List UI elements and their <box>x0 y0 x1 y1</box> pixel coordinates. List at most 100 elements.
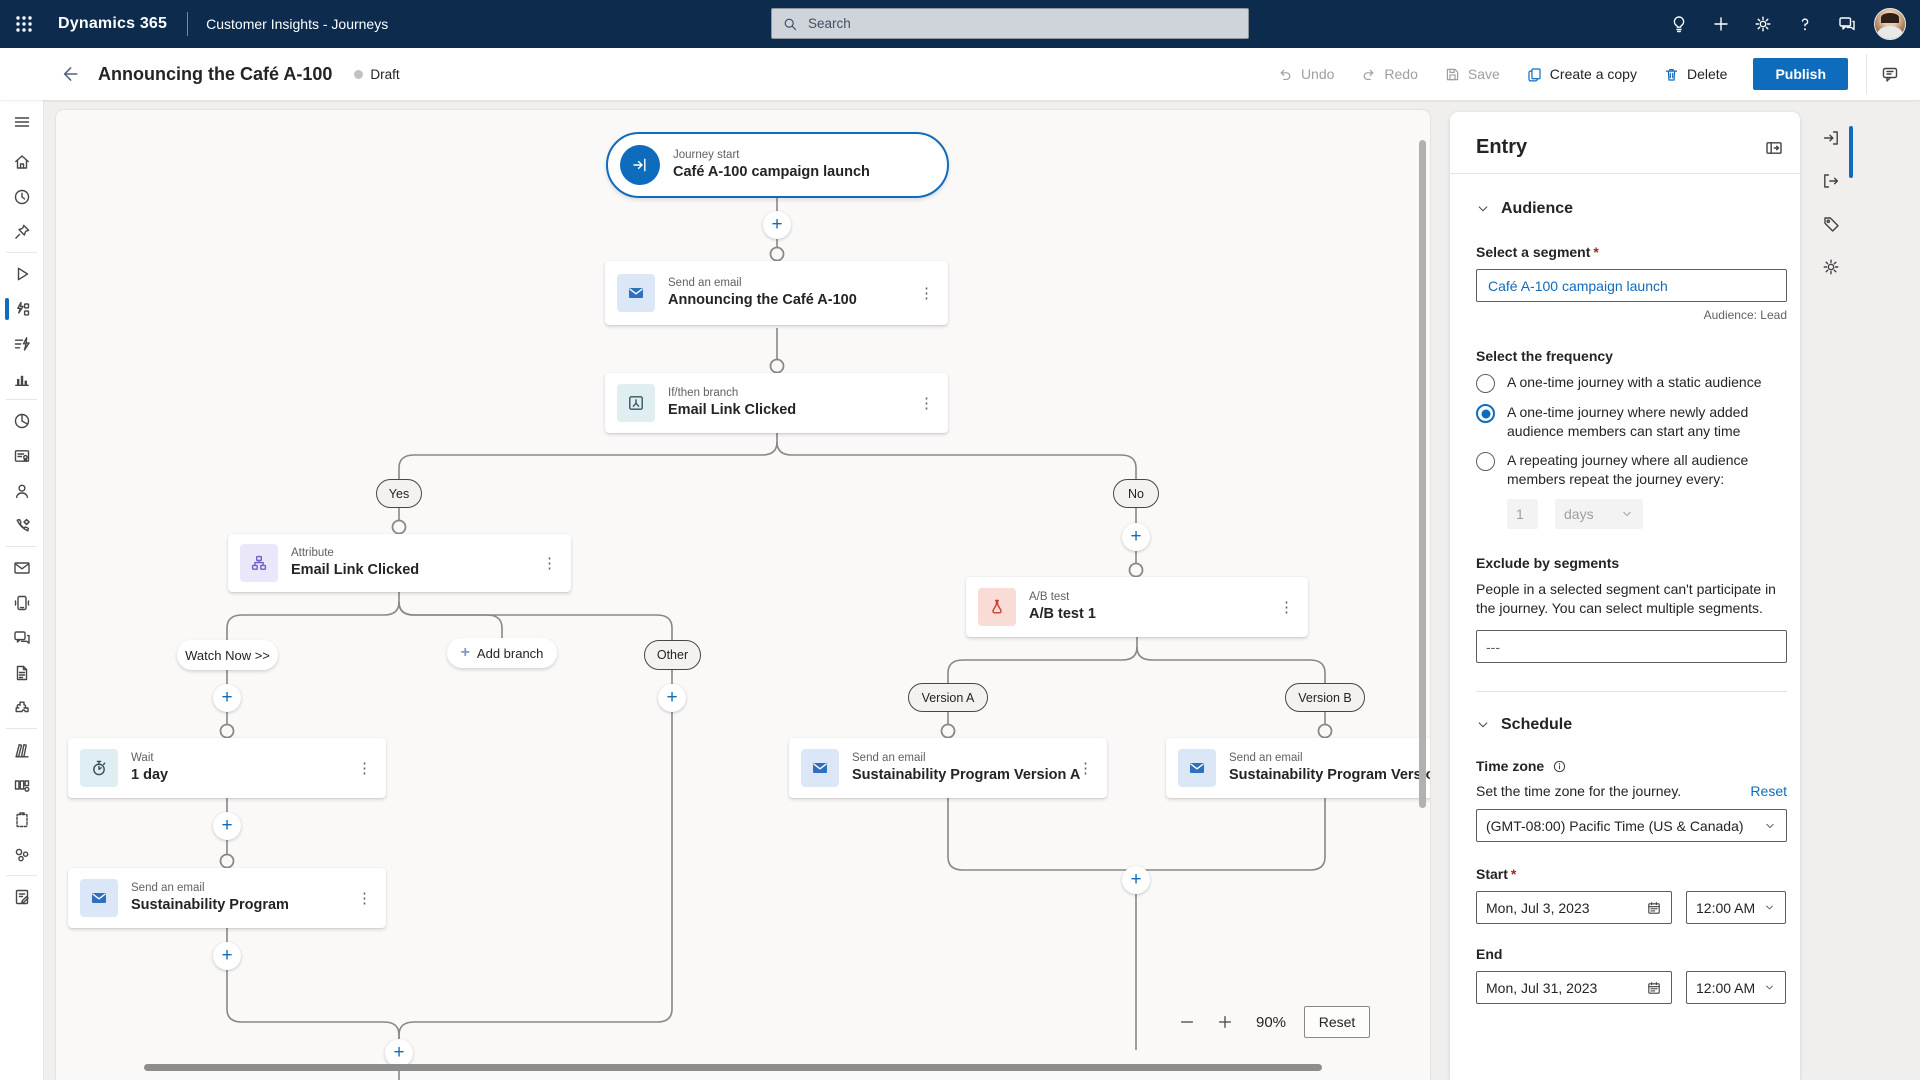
sidebar-item-library[interactable] <box>0 732 43 767</box>
lightbulb-icon[interactable] <box>1658 0 1700 48</box>
start-date-field[interactable]: Mon, Jul 3, 2023 <box>1476 891 1672 924</box>
repeat-interval-field[interactable]: 1 <box>1507 499 1538 529</box>
more-options-icon[interactable]: ⋮ <box>915 394 938 412</box>
sidebar-item-emails[interactable] <box>0 550 43 585</box>
branch-pill-version-a[interactable]: Version A <box>908 683 988 712</box>
add-branch-button[interactable]: + Add branch <box>447 638 557 668</box>
insert-step-button[interactable]: + <box>1122 866 1150 894</box>
node-send-email-version-a[interactable]: Send an email Sustainability Program Vers… <box>789 738 1107 798</box>
sidebar-item-segments[interactable] <box>0 403 43 438</box>
info-icon[interactable] <box>1552 759 1567 774</box>
redo-button[interactable]: Redo <box>1360 66 1418 83</box>
branch-pill-no[interactable]: No <box>1113 479 1159 508</box>
sidebar-item-contacts[interactable] <box>0 473 43 508</box>
calendar-icon[interactable] <box>1646 900 1662 916</box>
journey-designer-canvas[interactable]: Journey start Café A-100 campaign launch… <box>56 110 1430 1080</box>
more-options-icon[interactable]: ⋮ <box>1275 598 1298 616</box>
frequency-option-3[interactable]: A repeating journey where all audience m… <box>1476 451 1787 489</box>
node-ifthen-branch[interactable]: If/then branch Email Link Clicked ⋮ <box>605 373 948 433</box>
branch-pill-other[interactable]: Other <box>644 640 701 670</box>
canvas-horizontal-scrollbar[interactable] <box>144 1064 1322 1071</box>
more-options-icon[interactable]: ⋮ <box>915 284 938 302</box>
sidebar-item-analytics[interactable] <box>0 361 43 396</box>
sidebar-item-home[interactable] <box>0 144 43 179</box>
app-name[interactable]: Customer Insights - Journeys <box>206 16 388 32</box>
radio-button[interactable] <box>1476 404 1495 423</box>
create-copy-button[interactable]: Create a copy <box>1526 66 1637 83</box>
timezone-reset-link[interactable]: Reset <box>1750 783 1787 799</box>
open-record-icon[interactable] <box>1764 138 1784 158</box>
app-launcher-icon[interactable] <box>0 0 48 48</box>
sidebar-item-forms[interactable] <box>0 655 43 690</box>
sidebar-item-get-started[interactable] <box>0 256 43 291</box>
end-time-dropdown[interactable]: 12:00 AM <box>1686 971 1786 1004</box>
branch-pill-watch-now[interactable]: Watch Now >> <box>177 640 278 670</box>
insert-step-button[interactable]: + <box>1122 523 1150 551</box>
settings-gear-icon[interactable] <box>1742 0 1784 48</box>
undo-button[interactable]: Undo <box>1277 66 1334 83</box>
sidebar-item-consent[interactable] <box>0 438 43 473</box>
start-time-dropdown[interactable]: 12:00 AM <box>1686 891 1786 924</box>
panel-tab-tag[interactable] <box>1806 202 1856 245</box>
node-send-email-1[interactable]: Send an email Announcing the Café A-100 ⋮ <box>605 261 948 325</box>
node-journey-start[interactable]: Journey start Café A-100 campaign launch <box>606 132 949 198</box>
brand-title[interactable]: Dynamics 365 <box>58 15 167 33</box>
more-options-icon[interactable]: ⋮ <box>1074 759 1097 777</box>
insert-step-button[interactable]: + <box>763 211 791 239</box>
insert-step-button[interactable]: + <box>658 684 686 712</box>
more-options-icon[interactable]: ⋮ <box>538 554 561 572</box>
feedback-icon[interactable] <box>1826 0 1868 48</box>
branch-pill-version-b[interactable]: Version B <box>1285 683 1365 712</box>
publish-button[interactable]: Publish <box>1753 58 1848 90</box>
calendar-icon[interactable] <box>1646 980 1662 996</box>
chat-assist-icon[interactable] <box>1866 54 1912 94</box>
search-input[interactable] <box>806 15 1238 32</box>
sidebar-item-channels[interactable] <box>0 508 43 543</box>
zoom-in-button[interactable] <box>1212 1009 1238 1035</box>
more-options-icon[interactable]: ⋮ <box>353 759 376 777</box>
node-ab-test[interactable]: A/B test A/B test 1 ⋮ <box>966 577 1308 637</box>
radio-button[interactable] <box>1476 452 1495 471</box>
frequency-option-2[interactable]: A one-time journey where newly added aud… <box>1476 403 1787 441</box>
zoom-reset-button[interactable]: Reset <box>1304 1006 1371 1038</box>
node-send-email-version-b[interactable]: Send an email Sustainability Program Vers… <box>1166 738 1430 798</box>
node-wait[interactable]: Wait 1 day ⋮ <box>68 738 386 798</box>
insert-step-button[interactable]: + <box>213 942 241 970</box>
avatar[interactable] <box>1874 8 1906 40</box>
save-button[interactable]: Save <box>1444 66 1500 83</box>
sidebar-item-workflows[interactable] <box>0 767 43 802</box>
sidebar-item-compliance[interactable] <box>0 802 43 837</box>
sidebar-item-assets[interactable] <box>0 837 43 872</box>
sidebar-item-journeys[interactable] <box>0 291 43 326</box>
frequency-option-1[interactable]: A one-time journey with a static audienc… <box>1476 373 1787 393</box>
global-search[interactable] <box>771 8 1249 39</box>
exclude-segments-field[interactable]: --- <box>1476 630 1787 663</box>
zoom-out-button[interactable] <box>1174 1009 1200 1035</box>
schedule-section-header[interactable]: Schedule <box>1476 716 1787 734</box>
sidebar-item-custom-channels[interactable] <box>0 690 43 725</box>
sidebar-item-push-notifications[interactable] <box>0 585 43 620</box>
panel-tab-settings[interactable] <box>1806 245 1856 288</box>
sidebar-item-pinned[interactable] <box>0 214 43 249</box>
end-date-field[interactable]: Mon, Jul 31, 2023 <box>1476 971 1672 1004</box>
sidebar-item-menu[interactable] <box>0 100 43 144</box>
node-attribute[interactable]: Attribute Email Link Clicked ⋮ <box>228 534 571 592</box>
more-options-icon[interactable]: ⋮ <box>353 889 376 907</box>
branch-pill-yes[interactable]: Yes <box>376 479 422 508</box>
timezone-dropdown[interactable]: (GMT-08:00) Pacific Time (US & Canada) <box>1476 809 1787 842</box>
segment-field[interactable] <box>1476 269 1787 302</box>
help-icon[interactable] <box>1784 0 1826 48</box>
canvas-vertical-scrollbar[interactable] <box>1419 140 1426 808</box>
insert-step-button[interactable]: + <box>213 684 241 712</box>
repeat-unit-dropdown[interactable]: days <box>1555 499 1643 529</box>
insert-step-button[interactable]: + <box>385 1039 413 1067</box>
node-send-email-2[interactable]: Send an email Sustainability Program ⋮ <box>68 868 386 928</box>
segment-input[interactable] <box>1486 276 1777 295</box>
sidebar-item-triggers[interactable] <box>0 326 43 361</box>
insert-step-button[interactable]: + <box>213 812 241 840</box>
delete-button[interactable]: Delete <box>1663 66 1727 83</box>
radio-button[interactable] <box>1476 374 1495 393</box>
audience-section-header[interactable]: Audience <box>1476 200 1787 218</box>
sidebar-item-surveys[interactable] <box>0 879 43 914</box>
sidebar-item-text-messages[interactable] <box>0 620 43 655</box>
